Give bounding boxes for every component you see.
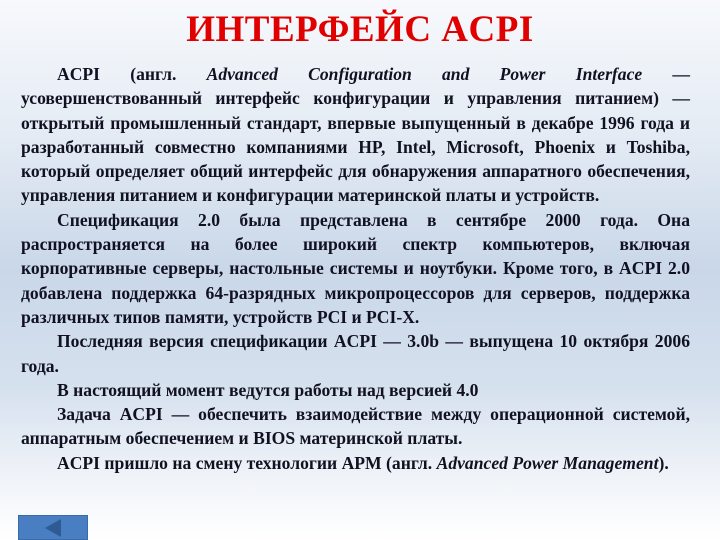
paragraph-spec-2-0: Спецификация 2.0 была представлена в сен… (21, 208, 690, 329)
english-term: Advanced Power Management (436, 452, 659, 473)
text-span: — усовершенствованный интерфейс конфигур… (21, 64, 690, 206)
slide-title: ИНТЕРФЕЙС ACPI (186, 9, 534, 50)
triangle-left-icon (45, 518, 61, 537)
text-span: Последняя версия спецификации ACPI — 3.0… (21, 331, 690, 376)
paragraph-version-4: В настоящий момент ведутся работы над ве… (21, 378, 690, 402)
paragraph-latest-version: Последняя версия спецификации ACPI — 3.0… (21, 329, 690, 378)
text-span: Спецификация 2.0 была представлена в сен… (21, 209, 690, 327)
text-span: Задача ACPI — обеспечить взаимодействие … (21, 404, 690, 449)
text-span: В настоящий момент ведутся работы над ве… (57, 379, 479, 400)
text-span: ACPI пришло на смену технологии APM (анг… (57, 452, 437, 473)
paragraph-apm-replacement: ACPI пришло на смену технологии APM (анг… (21, 451, 690, 475)
english-term: Advanced Configuration and Power Interfa… (206, 64, 643, 84)
back-button[interactable] (18, 515, 88, 540)
paragraph-acpi-definition: ACPI (англ. Advanced Configuration and P… (21, 62, 690, 208)
text-span: ). (658, 452, 669, 473)
text-span: ACPI (англ. (57, 64, 207, 84)
paragraph-acpi-task: Задача ACPI — обеспечить взаимодействие … (21, 402, 690, 451)
slide-body: ACPI (англ. Advanced Configuration and P… (21, 62, 690, 475)
